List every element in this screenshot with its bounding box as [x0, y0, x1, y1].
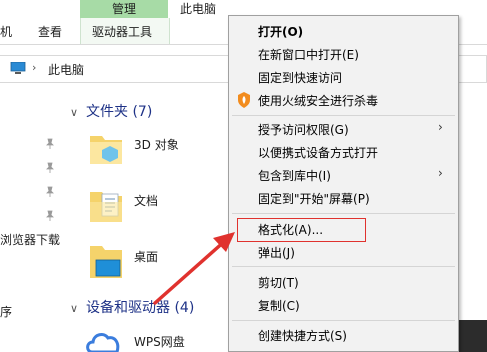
tab-this-pc[interactable]: 此电脑: [180, 0, 216, 18]
menu-item-pin-quick-access[interactable]: 固定到快速访问: [258, 70, 342, 86]
tab-view[interactable]: 查看: [38, 24, 62, 40]
background-window-edge: [459, 320, 487, 352]
3d-objects-folder-icon[interactable]: [88, 128, 124, 168]
menu-item-create-shortcut[interactable]: 创建快捷方式(S): [258, 328, 347, 344]
menu-item-open[interactable]: 打开(O): [258, 24, 303, 40]
pin-icon: [46, 210, 54, 221]
tab-drive-tools[interactable]: 驱动器工具: [92, 24, 152, 40]
group-title-folders: 文件夹 (7): [86, 104, 153, 120]
submenu-arrow-icon: ›: [438, 120, 443, 134]
breadcrumb-chevron-icon[interactable]: ›: [32, 61, 36, 74]
menu-separator: [232, 213, 455, 214]
documents-folder-icon[interactable]: [88, 186, 124, 226]
nav-item-browser-downloads[interactable]: 浏览器下载: [0, 231, 60, 248]
desktop-folder-icon[interactable]: [88, 242, 124, 282]
folder-label-documents[interactable]: 文档: [134, 192, 158, 209]
group-title-drives: 设备和驱动器 (4): [86, 300, 195, 316]
menu-item-open-new-window[interactable]: 在新窗口中打开(E): [258, 47, 359, 63]
menu-item-copy[interactable]: 复制(C): [258, 298, 300, 314]
menu-item-grant-access[interactable]: 授予访问权限(G): [258, 122, 349, 138]
huorong-shield-icon: [238, 92, 250, 108]
pin-icon: [46, 186, 54, 197]
wps-cloud-icon[interactable]: [84, 328, 124, 352]
drive-label-wps-cloud[interactable]: WPS网盘: [134, 333, 185, 350]
group-header-folders[interactable]: ∨ 文件夹 (7): [70, 101, 152, 121]
chevron-down-icon[interactable]: ∨: [70, 302, 80, 315]
folder-label-3d-objects[interactable]: 3D 对象: [134, 136, 179, 153]
menu-item-include-in-library[interactable]: 包含到库中(I): [258, 168, 331, 184]
menu-item-pin-to-start[interactable]: 固定到"开始"屏幕(P): [258, 191, 370, 207]
menu-separator: [232, 115, 455, 116]
pin-icon: [46, 162, 54, 173]
nav-item-partial[interactable]: 序: [0, 303, 12, 320]
this-pc-icon: [10, 62, 26, 74]
folder-label-desktop[interactable]: 桌面: [134, 248, 158, 265]
breadcrumb-this-pc[interactable]: 此电脑: [48, 61, 84, 78]
menu-item-huorong-scan[interactable]: 使用火绒安全进行杀毒: [258, 93, 378, 109]
menu-separator: [232, 266, 455, 267]
annotation-highlight-box: [237, 218, 366, 242]
menu-separator: [232, 320, 455, 321]
menu-item-eject[interactable]: 弹出(J): [258, 245, 295, 261]
submenu-arrow-icon: ›: [438, 166, 443, 180]
tab-computer[interactable]: 机: [0, 24, 12, 40]
pin-icon: [46, 138, 54, 149]
group-header-drives[interactable]: ∨ 设备和驱动器 (4): [70, 297, 194, 317]
chevron-down-icon[interactable]: ∨: [70, 106, 80, 119]
menu-item-cut[interactable]: 剪切(T): [258, 275, 299, 291]
menu-item-open-as-portable[interactable]: 以便携式设备方式打开: [258, 145, 378, 161]
tab-manage[interactable]: 管理: [80, 0, 168, 18]
